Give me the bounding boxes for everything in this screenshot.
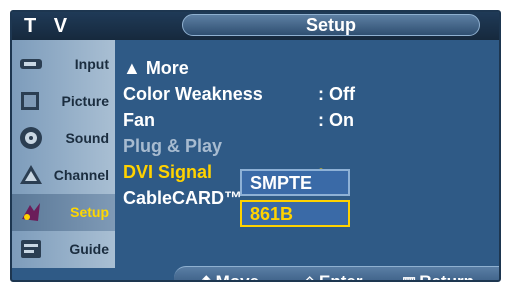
sidebar-item-label: Guide: [69, 241, 109, 257]
picture-icon: [21, 92, 39, 110]
dvi-signal-options: SMPTE 861B: [240, 169, 350, 231]
sidebar-item-label: Input: [74, 56, 109, 72]
menu-item-label: CableCARD™: [123, 188, 243, 208]
menu-item-cablecard[interactable]: CableCARD™: [123, 188, 242, 209]
sidebar: Input Picture Sound Channel Setup Guide: [12, 40, 115, 268]
sidebar-item-input[interactable]: Input: [12, 46, 115, 83]
sidebar-item-picture[interactable]: Picture: [12, 83, 115, 120]
bottom-bar: ⬍Move ⎆Enter ▥Return: [12, 266, 499, 282]
return-hint: ▥Return: [402, 272, 474, 282]
input-icon: [20, 59, 42, 69]
sound-icon: [20, 127, 42, 149]
return-label: Return: [419, 272, 474, 282]
menu-item-value: : On: [318, 110, 354, 130]
enter-hint: ⎆Enter: [304, 272, 363, 282]
enter-icon: ⎆: [304, 274, 316, 280]
menu-item-label: DVI Signal: [123, 162, 213, 182]
updown-arrow-icon: ⬍: [200, 274, 213, 280]
sidebar-item-label: Picture: [61, 93, 109, 109]
option-smpte[interactable]: SMPTE: [240, 169, 350, 196]
tv-label: T V: [24, 15, 74, 37]
menu-more[interactable]: ▲ More: [123, 58, 189, 79]
menu-item-label: Plug & Play: [123, 136, 223, 156]
sidebar-item-label: Sound: [65, 130, 109, 146]
channel-icon: [20, 165, 42, 184]
menu-item-plug-and-play: Plug & Play: [123, 136, 222, 157]
menu-item-label: Color Weakness: [123, 84, 263, 104]
menu-item-label: Fan: [123, 110, 156, 130]
move-label: Move: [215, 272, 260, 282]
menu-title: Setup: [182, 14, 480, 36]
menu-item-color-weakness[interactable]: Color Weakness : Off: [123, 84, 355, 105]
option-861b[interactable]: 861B: [240, 200, 350, 227]
setup-icon: [22, 203, 40, 221]
menu-item-fan[interactable]: Fan : On: [123, 110, 354, 131]
sidebar-item-channel[interactable]: Channel: [12, 157, 115, 194]
enter-label: Enter: [319, 272, 363, 282]
tv-osd-menu: T V Setup Input Picture Sound Channel Se…: [10, 10, 501, 282]
sidebar-item-guide[interactable]: Guide: [12, 231, 115, 268]
menu-item-dvi-signal[interactable]: DVI Signal :: [123, 162, 324, 183]
sidebar-item-label: Channel: [53, 167, 109, 183]
top-bar: T V Setup: [12, 12, 499, 40]
return-icon: ▥: [402, 274, 416, 280]
move-hint: ⬍Move: [200, 272, 260, 282]
sidebar-item-setup[interactable]: Setup: [12, 194, 115, 231]
guide-icon: [21, 240, 41, 258]
menu-item-value: : Off: [318, 84, 355, 104]
sidebar-item-sound[interactable]: Sound: [12, 120, 115, 157]
sidebar-item-label: Setup: [70, 204, 109, 220]
